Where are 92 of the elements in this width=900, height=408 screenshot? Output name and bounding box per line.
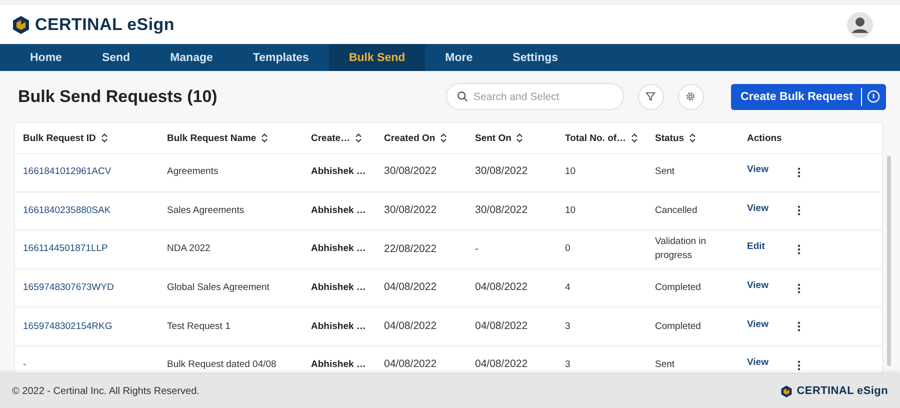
table-cell-text: Abhishek … — [311, 281, 366, 295]
table-cell-text: 0 — [565, 242, 570, 256]
more-icon[interactable] — [797, 321, 801, 332]
table-cell-text: Cancelled — [655, 204, 698, 218]
sort-icon[interactable] — [355, 133, 362, 143]
action-link[interactable]: Edit — [747, 239, 765, 256]
table-cell-text: Validation in progress — [655, 235, 708, 264]
more-icon[interactable] — [797, 244, 801, 255]
table-cell-text: 3 — [565, 358, 570, 372]
settings-icon — [685, 91, 696, 102]
action-link[interactable]: View — [747, 200, 768, 217]
table-cell-text: Sales Agreements — [167, 204, 244, 218]
nav-tab[interactable]: Bulk Send — [328, 44, 426, 71]
table-cell: Sent — [655, 358, 675, 372]
column-header[interactable]: Created On — [384, 132, 448, 144]
table-cell-text: Abhishek … — [311, 320, 366, 334]
action-link[interactable]: View — [747, 355, 768, 372]
more-icon[interactable] — [797, 166, 801, 178]
action-link[interactable]: View — [747, 278, 768, 294]
settings-button[interactable] — [678, 84, 704, 110]
request-id-link[interactable]: 1661841012961ACV — [23, 164, 112, 180]
nav-tab[interactable]: Home — [10, 44, 82, 71]
table-cell-text: Bulk Request dated 04/08 — [167, 358, 276, 372]
table-cell-text: 4 — [565, 281, 570, 295]
column-header: Actions — [747, 132, 782, 144]
table-cell-text: 04/08/2022 — [384, 357, 437, 372]
table-cell-text: 30/08/2022 — [475, 164, 528, 180]
nav-tab[interactable]: More — [425, 44, 493, 71]
request-id-link[interactable]: 1659748307673WYD — [23, 280, 114, 296]
column-header[interactable]: Create… — [311, 132, 362, 144]
logo-icon — [780, 384, 793, 398]
column-header[interactable]: Bulk Request ID — [23, 132, 108, 144]
column-header[interactable]: Total No. of… — [565, 132, 638, 144]
table-cell-text: - — [475, 242, 478, 257]
table-cell-text: 04/08/2022 — [475, 357, 528, 372]
logo-icon — [11, 14, 31, 34]
filter-button[interactable] — [638, 84, 664, 110]
copyright-text: © 2022 - Certinal Inc. All Rights Reserved. — [12, 386, 200, 396]
table-cell-text: 10 — [565, 204, 576, 218]
sort-icon[interactable] — [100, 133, 108, 143]
table-cell-text: 22/08/2022 — [384, 242, 437, 257]
table-cell-text: Test Request 1 — [167, 320, 230, 334]
more-icon[interactable] — [797, 282, 801, 294]
table-cell-text: 04/08/2022 — [475, 280, 528, 296]
table-cell-text: Abhishek … — [311, 165, 366, 180]
table-cell-text: Abhishek … — [311, 242, 366, 256]
sort-icon[interactable] — [440, 133, 448, 143]
sort-icon[interactable] — [631, 133, 638, 143]
request-id-link[interactable]: 1661840235880SAK — [23, 202, 111, 219]
nav-tab[interactable]: Manage — [150, 44, 233, 71]
table-cell-text: 3 — [565, 320, 570, 334]
search-icon — [456, 91, 468, 102]
table-cell-text: NDA 2022 — [167, 242, 210, 256]
nav-tab[interactable]: Settings — [492, 44, 578, 71]
table-cell-text: 30/08/2022 — [475, 202, 528, 218]
table-cell-text: Abhishek … — [311, 204, 366, 218]
table-cell-text: 10 — [565, 165, 576, 180]
table-cell-text: Abhishek … — [311, 358, 366, 372]
action-link[interactable]: View — [747, 316, 768, 333]
table-cell-text: Completed — [655, 280, 701, 295]
filter-icon — [645, 91, 656, 102]
sort-icon[interactable] — [689, 133, 696, 143]
action-link[interactable]: View — [747, 162, 768, 178]
table-cell-text: 04/08/2022 — [384, 280, 437, 296]
table-cell: Sent — [655, 165, 675, 180]
nav-tab[interactable]: Templates — [232, 44, 329, 71]
table-cell-text: 04/08/2022 — [475, 318, 528, 334]
info-icon[interactable] — [867, 90, 880, 103]
table-cell-text: Global Sales Agreement — [167, 281, 270, 295]
table-cell-text: 30/08/2022 — [384, 202, 437, 218]
sort-icon[interactable] — [516, 133, 524, 143]
search-field[interactable]: Search and Select — [446, 83, 624, 110]
request-id-link[interactable]: 1661144501871LLP — [23, 241, 108, 258]
table-cell-text: 30/08/2022 — [384, 164, 437, 180]
table-cell: Completed — [655, 320, 701, 334]
sort-icon[interactable] — [261, 133, 268, 143]
column-header[interactable]: Status — [655, 132, 696, 144]
avatar-icon[interactable] — [847, 12, 873, 38]
scrollbar[interactable] — [887, 156, 891, 366]
table-cell-text: 04/08/2022 — [384, 318, 437, 334]
table-cell-text: Agreements — [167, 165, 218, 180]
request-id-link[interactable]: 1659748302154RKG — [23, 318, 112, 335]
create-button[interactable]: Create Bulk Request — [730, 84, 861, 110]
nav-tab[interactable]: Send — [82, 44, 150, 71]
column-header[interactable]: Sent On — [475, 132, 524, 144]
logo-text: CERTINAL eSign — [796, 385, 888, 397]
more-icon[interactable] — [797, 360, 801, 371]
page-title: Bulk Send Requests (10) — [18, 86, 218, 106]
more-icon[interactable] — [797, 205, 801, 216]
logo-text: CERTINAL eSign — [35, 14, 174, 34]
column-header[interactable]: Bulk Request Name — [167, 132, 268, 144]
request-id-link[interactable]: - — [23, 357, 26, 373]
